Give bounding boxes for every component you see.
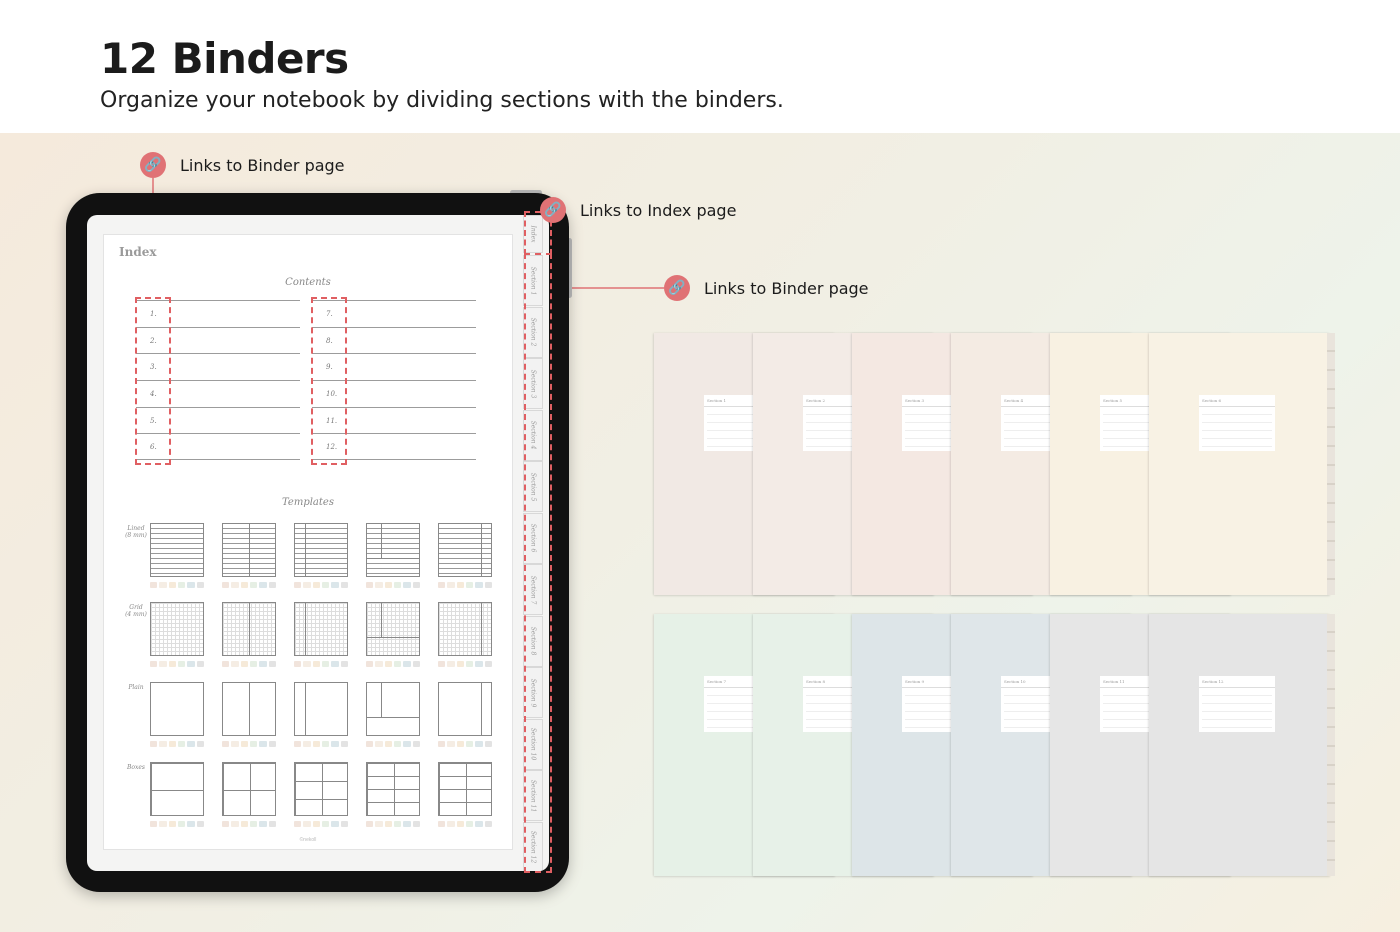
template-thumbnail[interactable]	[366, 602, 420, 656]
template-color-swatches[interactable]	[366, 661, 420, 667]
index-title[interactable]: Index	[119, 245, 157, 259]
template-color-swatches[interactable]	[438, 821, 492, 827]
template-thumbnail[interactable]	[150, 602, 204, 656]
highlight-toc-left	[135, 297, 171, 465]
binder-page[interactable]: Section 6	[1149, 333, 1330, 595]
template-color-swatches[interactable]	[438, 661, 492, 667]
template-color-swatches[interactable]	[294, 661, 348, 667]
template-thumbnail[interactable]	[222, 602, 276, 656]
callout-binder-top: 🔗 Links to Binder page	[140, 152, 345, 178]
template-color-swatches[interactable]	[150, 741, 204, 747]
template-thumbnail[interactable]	[366, 523, 420, 577]
callout-binder-right: 🔗 Links to Binder page	[664, 275, 869, 301]
template-color-swatches[interactable]	[294, 821, 348, 827]
template-color-swatches[interactable]	[366, 582, 420, 588]
highlight-toc-right	[311, 297, 347, 465]
template-thumbnail[interactable]	[222, 762, 276, 816]
link-icon: 🔗	[540, 197, 566, 223]
template-color-swatches[interactable]	[222, 582, 276, 588]
link-icon: 🔗	[140, 152, 166, 178]
templates-title: Templates	[282, 497, 334, 508]
template-thumbnail[interactable]	[222, 523, 276, 577]
template-color-swatches[interactable]	[150, 661, 204, 667]
highlight-section-tabs	[524, 253, 552, 873]
template-thumbnail[interactable]	[222, 682, 276, 736]
template-color-swatches[interactable]	[222, 741, 276, 747]
template-thumbnail[interactable]	[438, 602, 492, 656]
callout-index: 🔗 Links to Index page	[540, 197, 736, 223]
template-color-swatches[interactable]	[294, 741, 348, 747]
template-thumbnail[interactable]	[366, 762, 420, 816]
footer-mark: ©nekoll	[299, 837, 317, 843]
template-thumbnail[interactable]	[150, 682, 204, 736]
template-color-swatches[interactable]	[294, 582, 348, 588]
callout-binder-right-label: Links to Binder page	[704, 278, 869, 298]
binder-section-label: Section 12	[1199, 676, 1275, 688]
template-thumbnail[interactable]	[294, 602, 348, 656]
template-color-swatches[interactable]	[366, 741, 420, 747]
template-color-swatches[interactable]	[150, 821, 204, 827]
binder-tab-edge	[1327, 333, 1335, 595]
contents-title: Contents	[285, 277, 331, 288]
callout-binder-top-label: Links to Binder page	[180, 155, 345, 175]
template-color-swatches[interactable]	[438, 582, 492, 588]
template-thumbnail[interactable]	[438, 523, 492, 577]
binder-section-label: Section 6	[1199, 395, 1275, 407]
template-thumbnail[interactable]	[150, 762, 204, 816]
binder-tab-edge	[1327, 614, 1335, 876]
template-thumbnail[interactable]	[294, 762, 348, 816]
template-color-swatches[interactable]	[366, 821, 420, 827]
template-color-swatches[interactable]	[222, 821, 276, 827]
binder-page[interactable]: Section 12	[1149, 614, 1330, 876]
template-thumbnail[interactable]	[294, 682, 348, 736]
template-thumbnail[interactable]	[294, 523, 348, 577]
template-thumbnail[interactable]	[438, 682, 492, 736]
template-color-swatches[interactable]	[438, 741, 492, 747]
binder-label-card: Section 12	[1199, 676, 1275, 732]
template-color-swatches[interactable]	[150, 582, 204, 588]
template-color-swatches[interactable]	[222, 661, 276, 667]
template-thumbnail[interactable]	[150, 523, 204, 577]
link-icon: 🔗	[664, 275, 690, 301]
binder-label-card: Section 6	[1199, 395, 1275, 451]
template-thumbnail[interactable]	[438, 762, 492, 816]
callout-index-label: Links to Index page	[580, 200, 737, 220]
template-thumbnail[interactable]	[366, 682, 420, 736]
